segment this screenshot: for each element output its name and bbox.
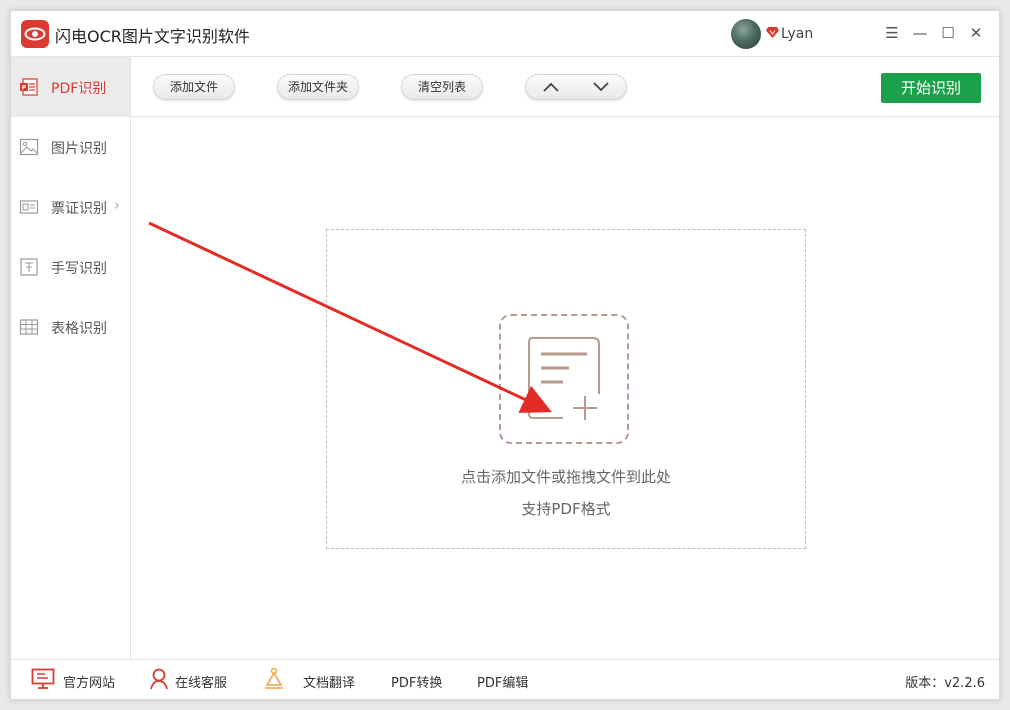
drop-hint-text: 点击添加文件或拖拽文件到此处 — [460, 468, 671, 486]
sidebar: P PDF识别 图片识别 票证识别 › 手写识别 表格识别 — [11, 57, 131, 659]
pdf-convert-link[interactable]: PDF转换 — [391, 672, 442, 691]
sidebar-item-label: 图片识别 — [51, 141, 107, 157]
start-recognition-button[interactable]: 开始识别 — [881, 73, 981, 103]
title-bar: 闪电OCR图片文字识别软件 Lyan ☰ — ☐ ✕ — [11, 11, 999, 57]
toolbar: 添加文件 添加文件夹 清空列表 开始识别 — [131, 57, 999, 117]
sidebar-item-image[interactable]: 图片识别 — [11, 117, 130, 177]
user-avatar[interactable] — [731, 19, 761, 49]
sidebar-item-pdf[interactable]: P PDF识别 — [11, 57, 130, 117]
vip-gem-icon — [766, 27, 779, 38]
app-title: 闪电OCR图片文字识别软件 — [55, 27, 250, 46]
sidebar-item-ticket[interactable]: 票证识别 › — [11, 177, 130, 237]
app-logo-icon — [21, 20, 49, 48]
sidebar-item-table[interactable]: 表格识别 — [11, 297, 130, 357]
move-up-icon[interactable] — [536, 79, 566, 95]
move-buttons — [525, 74, 627, 100]
add-document-icon[interactable] — [499, 314, 629, 444]
handwriting-icon — [20, 258, 38, 276]
translate-icon — [265, 667, 283, 689]
document-translate-link[interactable]: 文档翻译 — [303, 672, 355, 691]
table-icon — [19, 319, 39, 335]
clear-list-button[interactable]: 清空列表 — [401, 74, 483, 100]
close-icon[interactable]: ✕ — [965, 22, 987, 44]
sidebar-item-label: PDF识别 — [51, 81, 107, 97]
app-window: 闪电OCR图片文字识别软件 Lyan ☰ — ☐ ✕ P PDF识别 图片识别 … — [10, 10, 1000, 700]
support-agent-icon — [150, 668, 168, 690]
sidebar-item-label: 票证识别 — [51, 201, 107, 217]
ticket-icon — [19, 200, 39, 214]
footer: 官方网站 在线客服 文档翻译 PDF转换 PDF编辑 版本：v2.2.6 — [11, 659, 999, 699]
supported-format-text: 支持PDF格式 — [521, 500, 611, 518]
monitor-icon — [31, 668, 55, 689]
pdf-edit-link[interactable]: PDF编辑 — [477, 672, 528, 691]
chevron-right-icon: › — [114, 196, 120, 214]
pdf-icon: P — [20, 78, 38, 96]
menu-icon[interactable]: ☰ — [881, 22, 903, 44]
add-file-button[interactable]: 添加文件 — [153, 74, 235, 100]
version-label: 版本：v2.2.6 — [905, 676, 985, 691]
minimize-icon[interactable]: — — [909, 22, 931, 44]
sidebar-item-label: 手写识别 — [51, 261, 107, 277]
online-support-link[interactable]: 在线客服 — [175, 672, 227, 691]
move-down-icon[interactable] — [586, 79, 616, 95]
file-drop-zone[interactable]: 点击添加文件或拖拽文件到此处 支持PDF格式 — [326, 229, 806, 549]
maximize-icon[interactable]: ☐ — [937, 22, 959, 44]
image-icon — [19, 138, 39, 156]
username[interactable]: Lyan — [781, 26, 813, 42]
sidebar-item-label: 表格识别 — [51, 321, 107, 337]
sidebar-item-handwriting[interactable]: 手写识别 — [11, 237, 130, 297]
official-website-link[interactable]: 官方网站 — [63, 672, 115, 691]
add-folder-button[interactable]: 添加文件夹 — [277, 74, 359, 100]
svg-text:P: P — [22, 85, 27, 92]
